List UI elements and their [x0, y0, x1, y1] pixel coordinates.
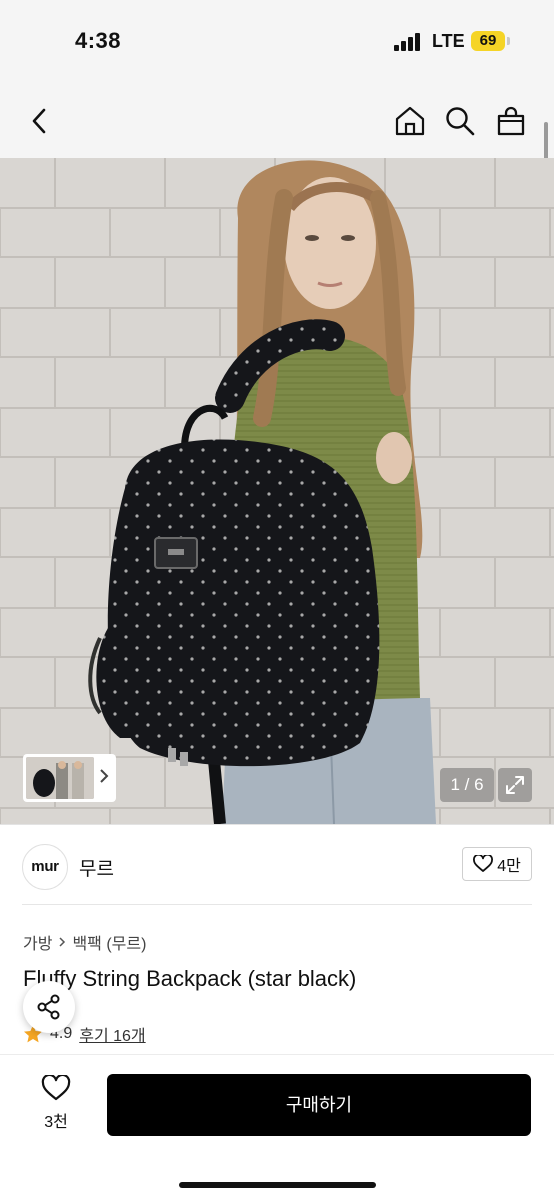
- battery-icon: 69: [471, 31, 505, 51]
- cart-button[interactable]: [491, 101, 531, 141]
- page-indicator: 1 / 6: [440, 768, 494, 802]
- thumbnail-strip[interactable]: [23, 754, 116, 802]
- chevron-left-icon: [32, 108, 46, 134]
- status-time: 4:38: [75, 28, 122, 53]
- shopping-bag-icon: [497, 106, 525, 136]
- like-button[interactable]: 3천: [26, 1075, 86, 1135]
- breadcrumb-category[interactable]: 가방: [23, 930, 52, 954]
- home-button[interactable]: [390, 101, 430, 141]
- expand-icon: [506, 776, 524, 794]
- signal-icon: [394, 33, 424, 51]
- search-icon: [446, 107, 475, 136]
- network-label: LTE: [432, 31, 465, 51]
- thumbnail-photo: [26, 757, 94, 799]
- share-icon: [37, 994, 60, 1020]
- back-button[interactable]: [20, 101, 60, 141]
- nav-bar: [0, 84, 554, 158]
- search-button[interactable]: [440, 101, 480, 141]
- product-photo: [0, 158, 554, 824]
- home-indicator[interactable]: [179, 1182, 376, 1188]
- status-bar: 4:38 LTE 69: [0, 0, 554, 84]
- product-title: Fluffy String Backpack (star black): [23, 966, 357, 991]
- heart-icon: [473, 855, 494, 872]
- bottom-bar: 3천 구매하기: [0, 1054, 554, 1200]
- brand-like-button[interactable]: 4만: [462, 847, 532, 881]
- product-image[interactable]: [0, 158, 554, 824]
- share-button[interactable]: [23, 981, 75, 1033]
- thumbnail-image[interactable]: [26, 757, 94, 799]
- brand-name[interactable]: 무르: [79, 854, 114, 881]
- heart-icon: [41, 1075, 71, 1101]
- brand-like-count: 4만: [497, 858, 521, 875]
- chevron-right-icon: [98, 766, 110, 791]
- expand-button[interactable]: [498, 768, 532, 802]
- like-count: 3천: [44, 1114, 68, 1131]
- brand-logo[interactable]: mur: [22, 844, 68, 890]
- home-icon: [395, 106, 425, 136]
- chevron-right-icon: [59, 937, 66, 947]
- review-link[interactable]: 후기 16개: [79, 1022, 145, 1046]
- buy-button[interactable]: 구매하기: [107, 1074, 531, 1136]
- breadcrumb-subcategory[interactable]: 백팩 (무르): [72, 930, 146, 954]
- battery-cap: [507, 37, 510, 45]
- breadcrumb: 가방 백팩 (무르): [23, 930, 146, 954]
- divider: [22, 904, 532, 905]
